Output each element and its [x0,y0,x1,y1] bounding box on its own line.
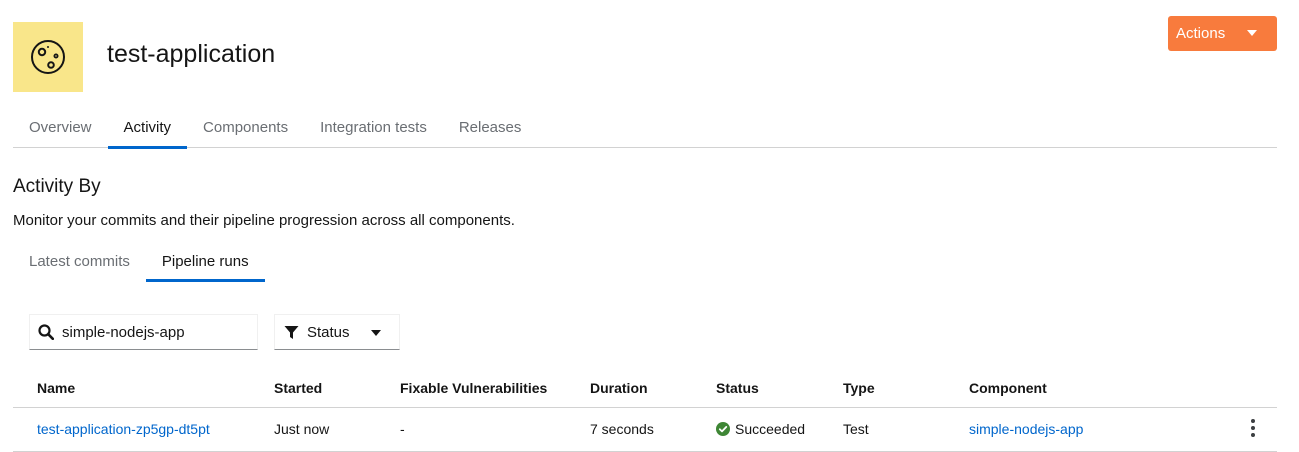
component-link[interactable]: simple-nodejs-app [969,421,1083,437]
caret-down-icon [371,330,381,336]
tab-overview[interactable]: Overview [13,108,108,148]
pipeline-run-name-link[interactable]: test-application-zp5gp-dt5pt [37,421,210,437]
column-header-component[interactable]: Component [969,380,1047,396]
main-tabs: Overview Activity Components Integration… [13,108,1277,149]
activity-sub-tabs: Latest commits Pipeline runs [13,246,265,282]
search-input[interactable] [62,323,242,341]
tab-components[interactable]: Components [187,108,304,148]
page-title: test-application [107,40,276,68]
status-filter-dropdown[interactable]: Status [274,314,400,350]
column-header-duration[interactable]: Duration [590,380,648,396]
search-icon [38,324,54,340]
actions-button[interactable]: Actions [1168,16,1277,51]
vulnerabilities-cell: - [400,421,405,437]
column-header-vulnerabilities[interactable]: Fixable Vulnerabilities [400,380,547,396]
filter-icon [284,325,299,339]
started-cell: Just now [274,421,330,437]
tab-pipeline-runs[interactable]: Pipeline runs [145,246,265,282]
planet-icon [31,40,65,74]
table-row: test-application-zp5gp-dt5pt Just now - … [13,408,1277,452]
tab-releases[interactable]: Releases [443,108,538,148]
section-description: Monitor your commits and their pipeline … [13,212,515,229]
tab-latest-commits[interactable]: Latest commits [13,246,146,282]
table-header: Name Started Fixable Vulnerabilities Dur… [13,370,1277,408]
tab-activity[interactable]: Activity [107,108,188,149]
caret-down-icon [1247,30,1257,36]
pipeline-runs-table: Name Started Fixable Vulnerabilities Dur… [13,370,1277,452]
row-actions-kebab-icon[interactable] [1245,418,1261,438]
column-header-type[interactable]: Type [843,380,875,396]
type-cell: Test [843,421,869,437]
check-circle-icon [716,422,730,436]
status-label: Succeeded [735,421,806,437]
section-title: Activity By [13,176,101,197]
duration-cell: 7 seconds [590,421,654,437]
tab-integration-tests[interactable]: Integration tests [304,108,443,148]
column-header-name[interactable]: Name [37,380,75,396]
app-icon [13,22,83,92]
column-header-started[interactable]: Started [274,380,322,396]
search-field [29,314,258,350]
status-filter-label: Status [307,323,350,341]
column-header-status[interactable]: Status [716,380,759,396]
actions-button-label: Actions [1176,25,1226,42]
status-cell: Succeeded [716,421,805,437]
